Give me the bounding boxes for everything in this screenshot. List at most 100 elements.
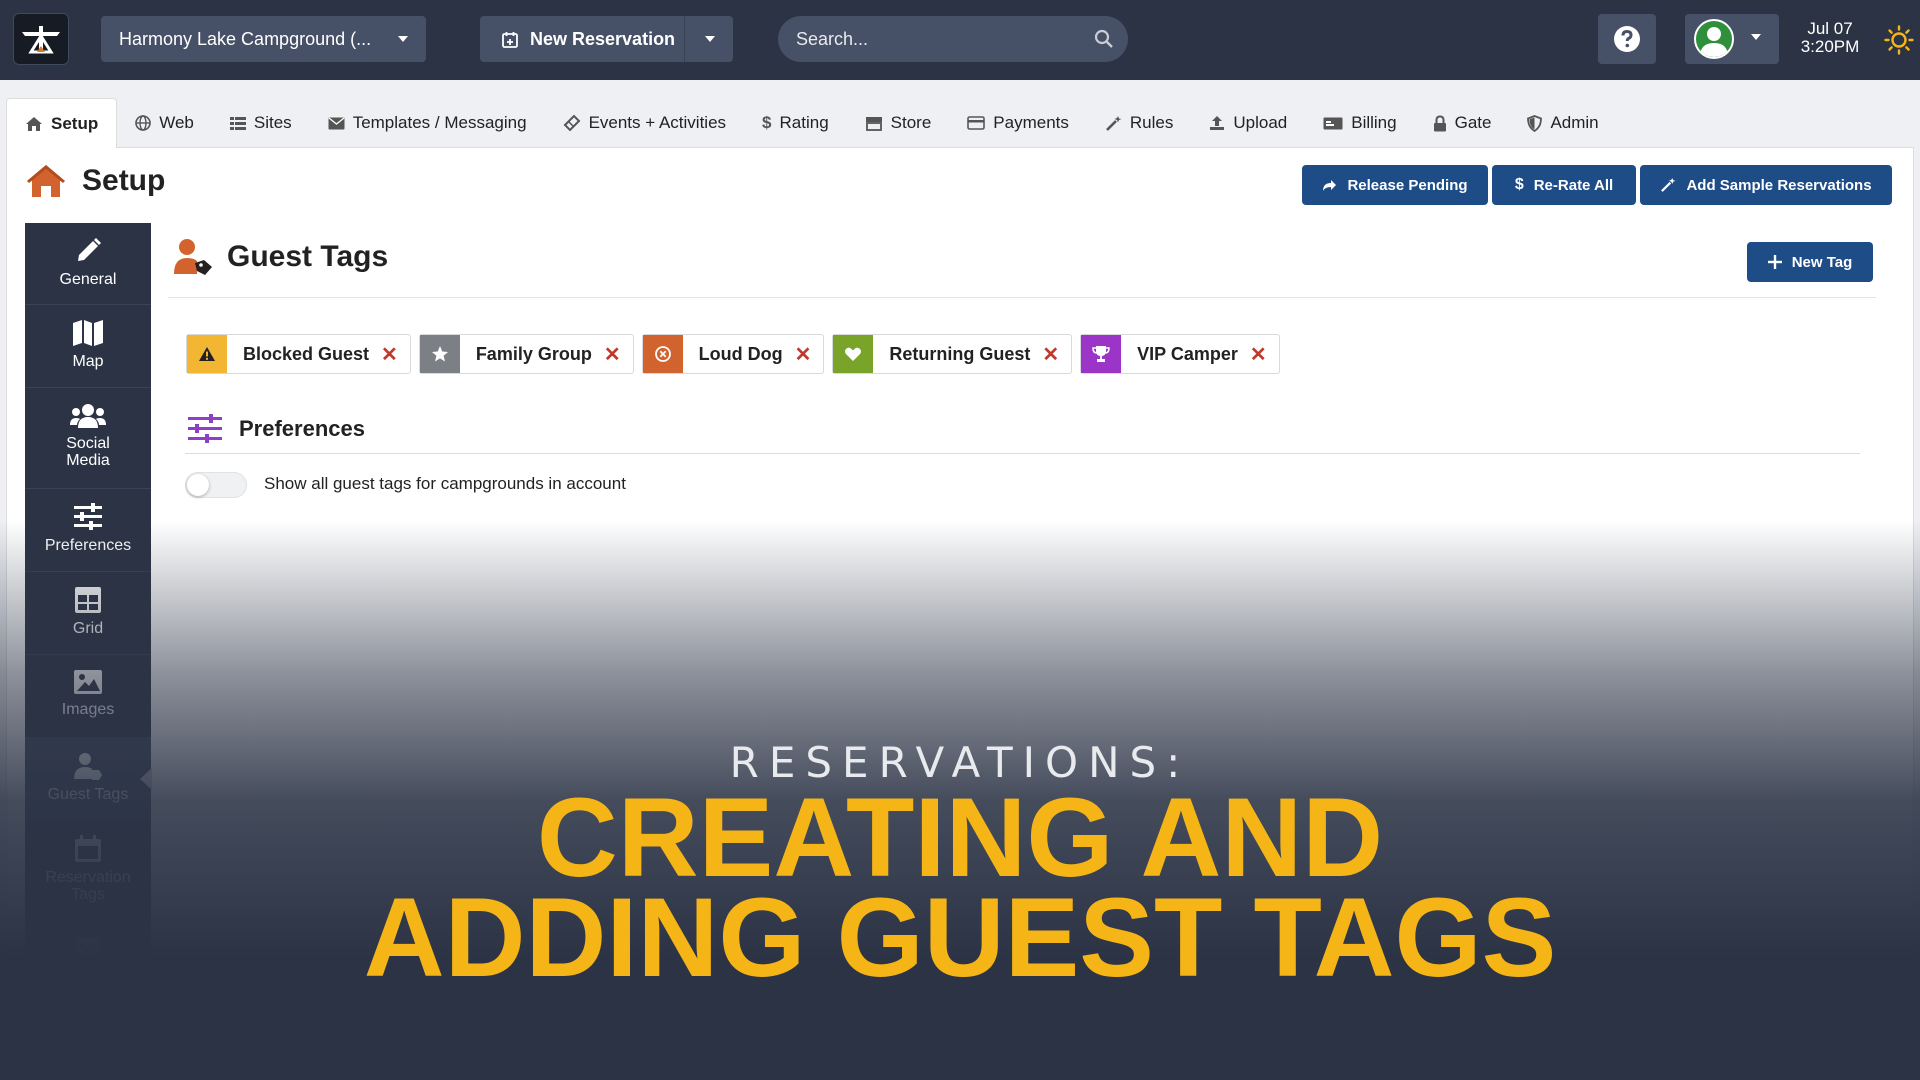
sidebar-item-label: Grid <box>72 620 104 637</box>
guest-tag-family-group[interactable]: Family Group ✕ <box>418 334 634 374</box>
image-icon <box>74 670 102 694</box>
tab-upload[interactable]: Upload <box>1191 98 1305 148</box>
search-input[interactable]: Search... <box>778 16 1128 62</box>
remove-tag-icon[interactable]: ✕ <box>1250 335 1279 373</box>
add-sample-reservations-button[interactable]: Add Sample Reservations <box>1640 165 1892 205</box>
guest-tags-header: Guest Tags <box>173 238 388 276</box>
warning-icon <box>199 347 215 361</box>
tab-store[interactable]: Store <box>847 98 950 148</box>
guest-tag-returning-guest[interactable]: Returning Guest ✕ <box>832 334 1073 374</box>
remove-tag-icon[interactable]: ✕ <box>1042 335 1071 373</box>
calendar-plus-icon <box>502 31 518 48</box>
money-bill-icon <box>1323 117 1343 129</box>
tag-label: VIP Camper <box>1137 343 1238 364</box>
app-logo[interactable] <box>13 13 69 65</box>
sidebar-item-general[interactable]: General <box>25 223 151 305</box>
home-icon <box>27 165 65 197</box>
release-pending-button[interactable]: Release Pending <box>1302 165 1488 205</box>
tag-color-swatch <box>419 335 460 373</box>
tab-label: Setup <box>51 113 99 133</box>
sidebar-item-label: Map <box>72 353 104 370</box>
campground-select[interactable]: Harmony Lake Campground (... <box>101 16 426 62</box>
sidebar-item-preferences[interactable]: Preferences <box>25 489 151 572</box>
times-circle-icon <box>654 346 671 362</box>
release-pending-label: Release Pending <box>1347 176 1468 194</box>
sliders-icon <box>188 414 222 443</box>
home-icon <box>26 116 42 131</box>
show-all-guest-tags-toggle[interactable] <box>185 472 247 498</box>
overlay-title-line-1: CREATING AND <box>536 775 1384 900</box>
tab-web[interactable]: Web <box>117 98 212 148</box>
user-menu[interactable] <box>1685 14 1779 64</box>
tab-label: Sites <box>253 113 292 132</box>
credit-card-icon <box>967 116 986 130</box>
guest-tags-title: Guest Tags <box>227 240 389 273</box>
dollar-icon: $ <box>762 113 772 132</box>
tab-label: Payments <box>993 113 1069 132</box>
guest-tag-blocked-guest[interactable]: Blocked Guest ✕ <box>186 334 411 374</box>
guest-tag-loud-dog[interactable]: Loud Dog ✕ <box>641 334 825 374</box>
tab-setup[interactable]: Setup <box>6 98 118 148</box>
overlay-title: CREATING AND ADDING GUEST TAGS <box>0 775 1920 994</box>
tab-label: Events + Activities <box>588 113 727 132</box>
add-sample-label: Add Sample Reservations <box>1686 176 1872 194</box>
remove-tag-icon[interactable]: ✕ <box>381 335 410 373</box>
guest-tag-vip-camper[interactable]: VIP Camper ✕ <box>1080 334 1280 374</box>
ticket-icon <box>563 114 580 132</box>
sidebar-item-social-media[interactable]: Social Media <box>25 388 151 489</box>
store-icon <box>865 116 882 131</box>
date: Jul 07 <box>1807 19 1853 38</box>
question-icon <box>1614 26 1640 52</box>
remove-tag-icon[interactable]: ✕ <box>795 335 824 373</box>
sidebar-item-map[interactable]: Map <box>25 305 151 388</box>
tab-events-activities[interactable]: Events + Activities <box>545 98 744 148</box>
search-icon[interactable] <box>1094 29 1114 49</box>
trophy-icon <box>1092 346 1110 362</box>
remove-tag-icon[interactable]: ✕ <box>604 335 633 373</box>
tag-label: Returning Guest <box>889 343 1031 364</box>
logo-icon <box>22 26 60 54</box>
divider <box>185 453 1860 454</box>
globe-icon <box>135 115 152 131</box>
envelope-icon <box>328 116 345 129</box>
dollar-icon: $ <box>1514 176 1524 193</box>
sidebar-item-label: General <box>59 271 117 288</box>
campground-select-label: Harmony Lake Campground (... <box>119 28 372 49</box>
grid-icon <box>75 587 101 613</box>
tab-billing[interactable]: Billing <box>1305 98 1414 148</box>
page-title-text: Setup <box>82 164 166 197</box>
rerate-all-label: Re-Rate All <box>1533 176 1614 194</box>
list-icon <box>229 116 246 130</box>
new-reservation-button[interactable]: New Reservation <box>480 16 733 62</box>
tab-rating[interactable]: $ Rating <box>744 98 847 148</box>
date-time: Jul 07 3:20PM <box>1798 20 1862 56</box>
user-icon <box>1700 27 1728 57</box>
sidebar-item-grid[interactable]: Grid <box>25 572 151 655</box>
new-reservation-label: New Reservation <box>530 28 676 49</box>
chevron-down-icon <box>398 36 408 42</box>
new-tag-button[interactable]: New Tag <box>1747 242 1873 282</box>
tab-sites[interactable]: Sites <box>212 98 310 148</box>
sun-icon[interactable] <box>1884 25 1914 55</box>
tab-rules[interactable]: Rules <box>1087 98 1191 148</box>
sidebar-item-images[interactable]: Images <box>25 655 151 738</box>
tab-label: Upload <box>1233 113 1288 132</box>
help-button[interactable] <box>1598 14 1656 64</box>
tab-label: Admin <box>1550 113 1599 132</box>
tag-color-swatch <box>1081 335 1122 373</box>
tab-label: Templates / Messaging <box>352 113 527 132</box>
tab-gate[interactable]: Gate <box>1415 98 1510 148</box>
tab-label: Rating <box>779 113 829 132</box>
tab-payments[interactable]: Payments <box>949 98 1087 148</box>
tag-label: Family Group <box>475 343 592 364</box>
rerate-all-button[interactable]: $ Re-Rate All <box>1492 165 1636 205</box>
divider <box>168 297 1876 298</box>
tab-label: Store <box>890 113 932 132</box>
new-reservation-dropdown-icon[interactable] <box>705 36 715 42</box>
tab-admin[interactable]: Admin <box>1509 98 1616 148</box>
share-icon <box>1323 179 1337 191</box>
pencil-icon <box>78 238 101 261</box>
tab-label: Web <box>159 113 194 132</box>
preferences-header: Preferences <box>187 414 365 444</box>
tab-templates-messaging[interactable]: Templates / Messaging <box>310 98 545 148</box>
